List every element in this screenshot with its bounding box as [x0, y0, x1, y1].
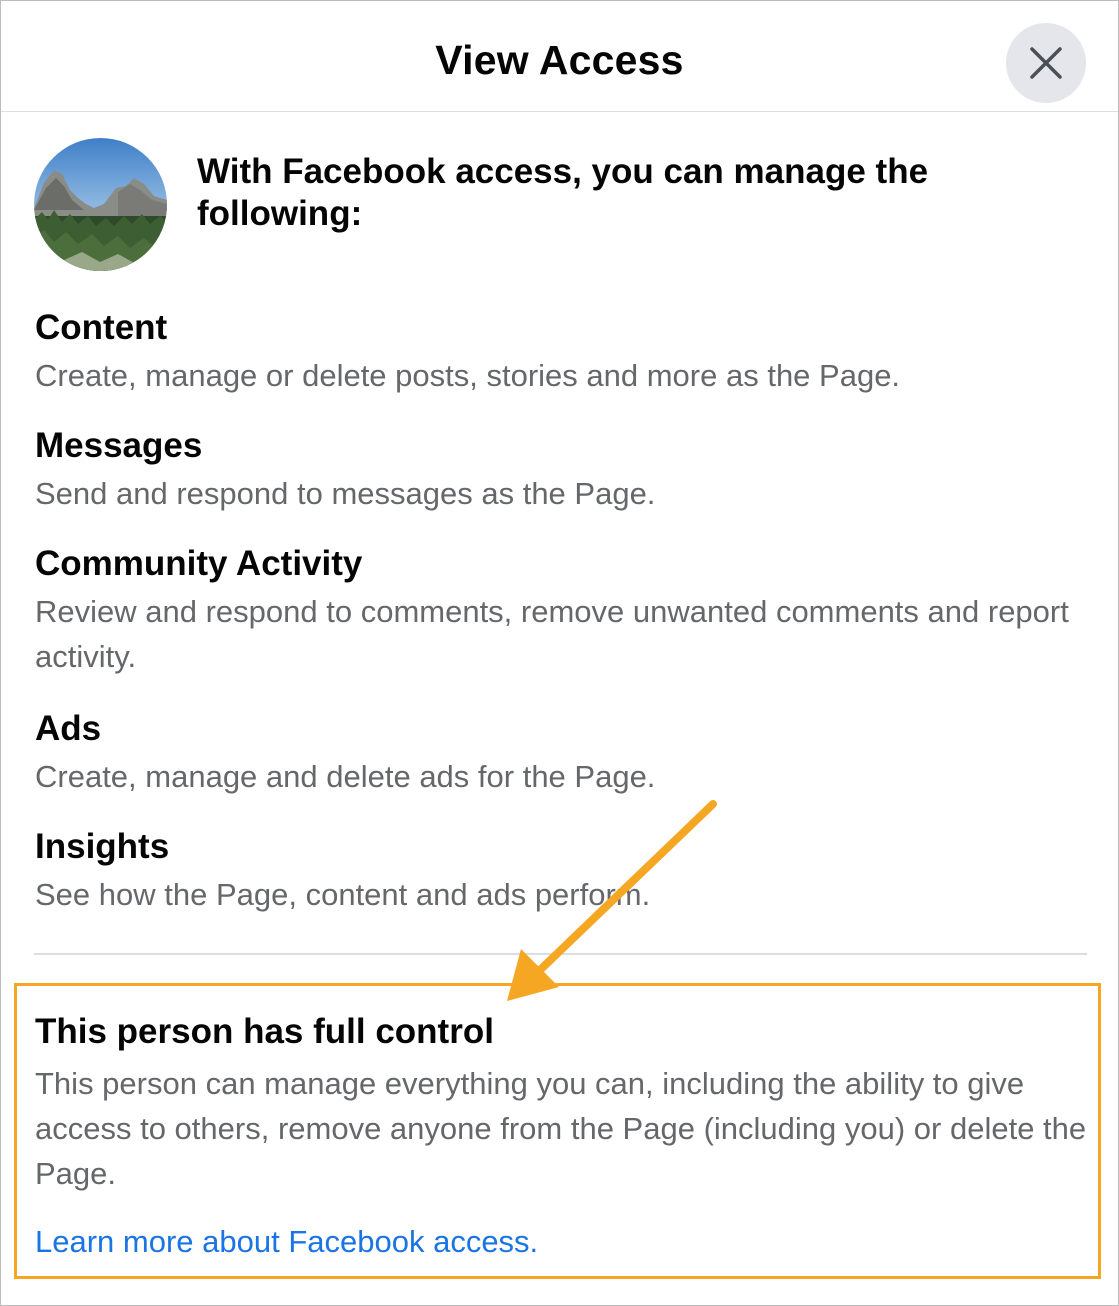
permission-description: Create, manage or delete posts, stories …: [35, 358, 901, 393]
permission-ads: Ads Create, manage and delete ads for th…: [35, 708, 1085, 799]
section-divider: [34, 953, 1087, 955]
permission-messages: Messages Send and respond to messages as…: [35, 425, 1085, 516]
landscape-avatar-image: [34, 138, 167, 271]
close-button[interactable]: [1006, 23, 1086, 103]
full-control-title: This person has full control: [35, 1012, 494, 1051]
permission-community-activity: Community Activity Review and respond to…: [35, 543, 1085, 679]
dialog-header: View Access: [1, 1, 1118, 112]
permission-insights: Insights See how the Page, content and a…: [35, 826, 1085, 917]
permission-title: Insights: [35, 827, 170, 866]
page-avatar: [34, 138, 167, 271]
close-icon: [1030, 47, 1062, 79]
permission-title: Content: [35, 308, 168, 347]
permission-description: Create, manage and delete ads for the Pa…: [35, 759, 656, 794]
full-control-description: This person can manage everything you ca…: [35, 1066, 1087, 1191]
intro-text: With Facebook access, you can manage the…: [197, 152, 929, 233]
permission-description: See how the Page, content and ads perfor…: [35, 877, 651, 912]
permission-content: Content Create, manage or delete posts, …: [35, 307, 1085, 398]
permission-title: Community Activity: [35, 544, 363, 583]
dialog-title: View Access: [435, 37, 684, 83]
learn-more-link[interactable]: Learn more about Facebook access.: [35, 1221, 538, 1263]
permission-title: Messages: [35, 426, 203, 465]
view-access-dialog: View Access With Facebook access, you ca…: [0, 0, 1119, 1306]
permission-title: Ads: [35, 709, 102, 748]
permission-description: Send and respond to messages as the Page…: [35, 476, 656, 511]
permission-description: Review and respond to comments, remove u…: [35, 594, 1069, 674]
